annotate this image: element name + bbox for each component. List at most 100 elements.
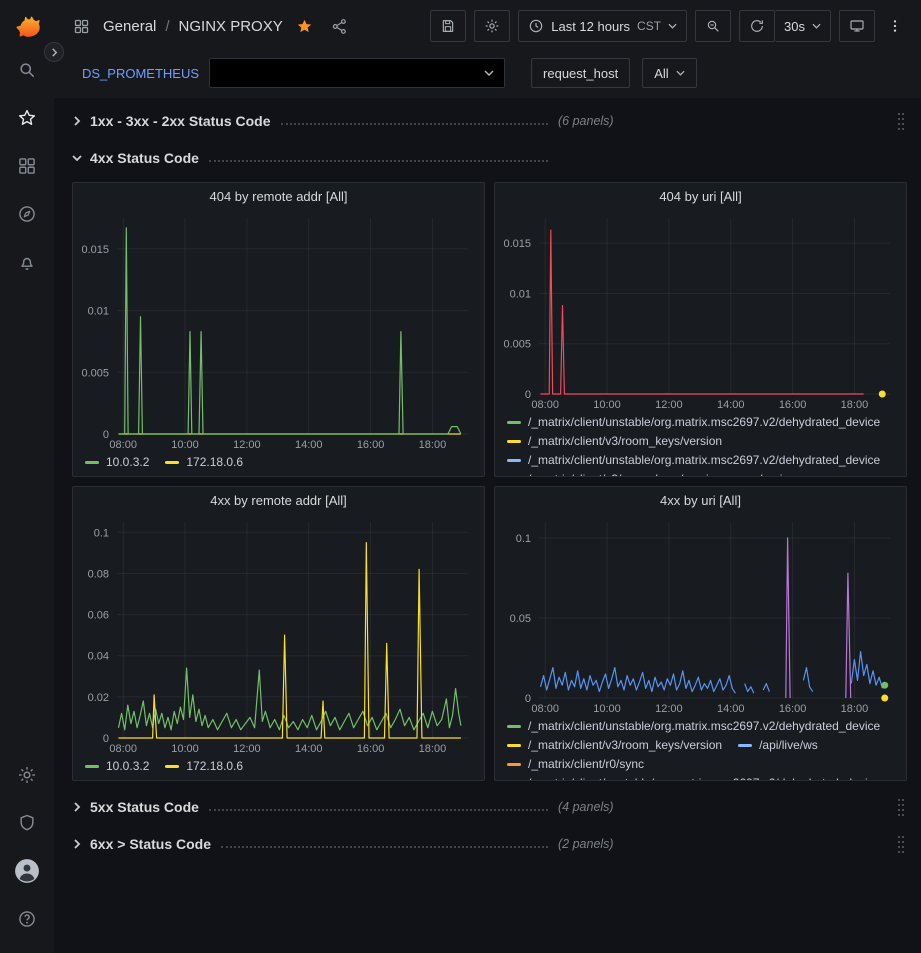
sidebar-item-starred[interactable] [0,94,54,142]
datasource-select[interactable] [209,58,505,88]
chart-legend: 10.0.3.2 172.18.0.6 [73,452,484,476]
request-host-variable-label[interactable]: request_host [531,58,630,88]
svg-text:0.005: 0.005 [81,367,109,379]
legend-item[interactable]: /_matrix/client/unstable/org.matrix.msc2… [507,719,880,734]
row-header-5xx[interactable]: 5xx Status Code (4 panels) [72,794,907,820]
legend-item[interactable]: /_matrix/client/v3/room_keys/version [507,434,722,449]
timeseries-chart[interactable]: 08:0010:0012:0014:0016:0018:0000.020.040… [73,514,484,756]
sidebar-expand-button[interactable] [44,42,64,62]
svg-text:12:00: 12:00 [233,743,261,755]
svg-text:08:00: 08:00 [531,703,559,715]
request-host-label-text: request_host [543,66,618,81]
legend-label: 10.0.3.2 [106,455,149,470]
legend-label: /_matrix/client/unstable/org.matrix.msc2… [528,776,880,780]
legend-swatch [507,763,521,766]
sidebar-item-explore[interactable] [0,190,54,238]
panel-4xx-by-uri: 4xx by uri [All] 08:0010:0012:0014:0016:… [494,486,907,781]
zoom-out-button[interactable] [695,10,731,42]
refresh-interval-dropdown[interactable]: 30s [775,10,831,42]
grafana-logo[interactable] [8,8,46,46]
row-drag-handle[interactable] [897,111,905,131]
breadcrumb-title[interactable]: NGINX PROXY [179,18,283,35]
legend-item[interactable]: 172.18.0.6 [165,455,243,470]
row-drag-handle[interactable] [897,834,905,854]
timeseries-chart[interactable]: 08:0010:0012:0014:0016:0018:0000.050.1 [495,514,906,716]
svg-text:18:00: 18:00 [841,399,869,411]
chevron-down-icon [676,70,685,76]
panel-count: (4 panels) [558,800,614,814]
legend-item[interactable]: /_matrix/client/unstable/org.matrix.msc2… [507,453,880,468]
legend-item[interactable]: /api/live/ws [738,738,818,753]
chart-canvas: 08:0010:0012:0014:0016:0018:0000.0050.01… [495,210,906,412]
request-host-value: All [654,66,668,81]
legend-swatch [507,421,521,424]
legend-label: 172.18.0.6 [186,455,243,470]
save-dashboard-button[interactable] [430,10,466,42]
dotted-leader [221,846,548,848]
legend-item[interactable]: 10.0.3.2 [85,759,149,774]
svg-text:16:00: 16:00 [357,439,385,451]
svg-text:14:00: 14:00 [295,439,323,451]
tv-mode-button[interactable] [839,10,875,42]
legend-item[interactable]: /_matrix/client/unstable/org.matrix.msc2… [507,415,880,430]
panel-title[interactable]: 404 by uri [All] [495,183,906,210]
panel-title[interactable]: 404 by remote addr [All] [73,183,484,210]
legend-item[interactable]: 10.0.3.2 [85,455,149,470]
share-button[interactable] [327,13,353,39]
row-drag-handle[interactable] [897,797,905,817]
grafana-logo-icon [11,11,43,43]
row-header-left: 6xx > Status Code [72,836,550,852]
refresh-button[interactable] [739,10,775,42]
main-area: General / NGINX PROXY Last 12 hours CST [54,0,921,953]
legend-swatch [507,725,521,728]
gear-icon [17,765,37,785]
svg-text:0.02: 0.02 [88,692,109,704]
share-icon [331,18,348,35]
gear-icon [484,18,500,34]
panel-title[interactable]: 4xx by remote addr [All] [73,487,484,514]
panel-title[interactable]: 4xx by uri [All] [495,487,906,514]
dashboard-canvas: 1xx - 3xx - 2xx Status Code (6 panels) 4… [54,98,921,953]
help-icon [17,909,37,929]
time-range-label: Last 12 hours [551,19,630,34]
svg-text:16:00: 16:00 [779,399,807,411]
dashboard-section-button[interactable] [68,13,94,39]
sidebar-item-configuration[interactable] [0,751,54,799]
datasource-variable-label[interactable]: DS_PROMETHEUS [82,66,199,81]
favorite-star-button[interactable] [292,13,318,39]
shield-icon [17,813,37,833]
row-header-4xx[interactable]: 4xx Status Code [72,145,907,171]
breadcrumb: General / NGINX PROXY [68,13,422,39]
monitor-icon [849,18,865,34]
variables-bar: DS_PROMETHEUS request_host All [54,52,921,98]
legend-item[interactable]: /_matrix/client/v3/room_keys/version [507,738,722,753]
row-header-1xx-3xx-2xx[interactable]: 1xx - 3xx - 2xx Status Code (6 panels) [72,108,907,134]
legend-item[interactable]: /_matrix/client/v3/room_keys/version [507,472,722,476]
sidebar-item-server-admin[interactable] [0,799,54,847]
breadcrumb-section[interactable]: General [103,18,156,35]
chart-canvas: 08:0010:0012:0014:0016:0018:0000.050.1 [495,514,906,716]
legend-item[interactable]: /sw.js [738,472,788,476]
svg-text:0: 0 [525,389,531,401]
dashboard-settings-button[interactable] [474,10,510,42]
more-options-button[interactable] [883,10,907,42]
row-header-6xx[interactable]: 6xx > Status Code (2 panels) [72,831,907,857]
legend-item[interactable]: /_matrix/client/r0/sync [507,757,644,772]
legend-swatch [738,744,752,747]
legend-item[interactable]: 172.18.0.6 [165,759,243,774]
sidebar-item-dashboards[interactable] [0,142,54,190]
top-navbar: General / NGINX PROXY Last 12 hours CST [54,0,921,52]
request-host-select[interactable]: All [642,58,696,88]
legend-item[interactable]: /_matrix/client/unstable/org.matrix.msc2… [507,776,880,780]
sidebar-item-help[interactable] [0,895,54,943]
panels-grid: 404 by remote addr [All] 08:0010:0012:00… [72,182,907,781]
sidebar-item-alerting[interactable] [0,238,54,286]
legend-swatch [85,765,99,768]
row-header-left: 4xx Status Code [72,150,550,166]
save-icon [440,18,456,34]
legend-label: /_matrix/client/v3/room_keys/version [528,738,722,753]
time-range-picker[interactable]: Last 12 hours CST [518,10,687,42]
sidebar-item-profile[interactable] [0,847,54,895]
timeseries-chart[interactable]: 08:0010:0012:0014:0016:0018:0000.0050.01… [73,210,484,452]
timeseries-chart[interactable]: 08:0010:0012:0014:0016:0018:0000.0050.01… [495,210,906,412]
